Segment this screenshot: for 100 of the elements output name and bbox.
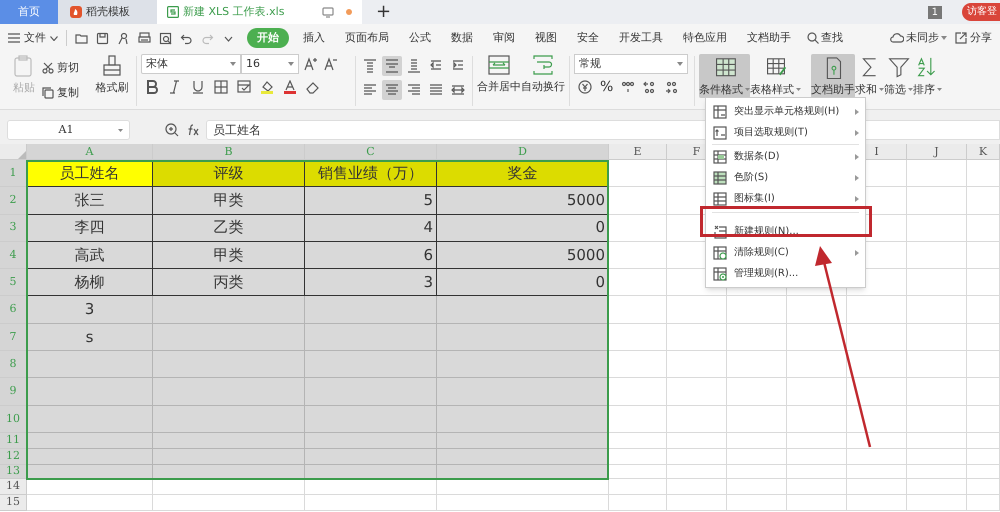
- table-cell[interactable]: [727, 378, 787, 406]
- sum-button[interactable]: 求和: [855, 54, 884, 98]
- table-cell[interactable]: [787, 448, 847, 465]
- table-cell[interactable]: [609, 324, 667, 352]
- table-cell[interactable]: [27, 406, 153, 433]
- table-cell[interactable]: 3: [305, 269, 437, 296]
- sort-button[interactable]: 排序: [913, 54, 942, 98]
- table-cell[interactable]: [727, 296, 787, 324]
- table-cell[interactable]: [305, 406, 437, 433]
- ribbon-tab[interactable]: 页面布局: [335, 28, 399, 48]
- table-cell[interactable]: [667, 296, 727, 324]
- table-cell[interactable]: 李四: [27, 214, 153, 242]
- table-cell[interactable]: 杨柳: [27, 269, 153, 296]
- row-header[interactable]: 15: [0, 494, 27, 511]
- font-name-field[interactable]: 宋体: [141, 54, 241, 74]
- table-cell[interactable]: 5: [305, 187, 437, 215]
- table-cell[interactable]: [305, 324, 437, 352]
- table-cell[interactable]: [305, 351, 437, 378]
- format-painter-button[interactable]: 格式刷: [96, 54, 128, 96]
- ribbon-tab[interactable]: 文档助手: [737, 28, 801, 48]
- table-cell[interactable]: 0: [437, 214, 609, 242]
- align-middle-button[interactable]: [382, 56, 402, 76]
- column-header[interactable]: K: [967, 144, 1000, 159]
- table-cell[interactable]: [27, 351, 153, 378]
- ribbon-tab[interactable]: 审阅: [483, 28, 525, 48]
- menu-item[interactable]: 清除规则(C): [706, 242, 865, 263]
- column-header[interactable]: E: [609, 144, 667, 159]
- table-cell[interactable]: [437, 324, 609, 352]
- column-header[interactable]: J: [907, 144, 967, 159]
- table-cell[interactable]: [437, 464, 609, 479]
- table-cell[interactable]: [27, 378, 153, 406]
- table-cell[interactable]: [609, 214, 667, 242]
- ribbon-tab[interactable]: 安全: [567, 28, 609, 48]
- thousands-separator-icon[interactable]: [621, 80, 636, 94]
- name-box[interactable]: A1: [7, 120, 130, 140]
- table-cell[interactable]: [967, 187, 1000, 215]
- table-cell[interactable]: [967, 378, 1000, 406]
- table-cell[interactable]: [437, 494, 609, 511]
- number-format-field[interactable]: 常规: [574, 54, 688, 74]
- table-cell[interactable]: [907, 187, 967, 215]
- table-cell[interactable]: [727, 448, 787, 465]
- table-cell[interactable]: [727, 432, 787, 449]
- table-cell[interactable]: [967, 296, 1000, 324]
- table-cell[interactable]: 丙类: [153, 269, 305, 296]
- table-cell[interactable]: [667, 494, 727, 511]
- pin-icon[interactable]: [117, 32, 130, 44]
- table-cell[interactable]: [727, 494, 787, 511]
- table-cell[interactable]: [907, 432, 967, 449]
- table-cell[interactable]: 6: [305, 242, 437, 270]
- tab[interactable]: 稻壳模板: [58, 0, 157, 24]
- search-button[interactable]: 查找: [801, 30, 849, 46]
- merge-center-button[interactable]: 合并居中: [477, 54, 521, 96]
- conditional-format-button[interactable]: 条件格式: [699, 54, 750, 98]
- table-cell[interactable]: [609, 478, 667, 495]
- table-cell[interactable]: [787, 296, 847, 324]
- table-cell[interactable]: 奖金: [437, 160, 609, 188]
- table-cell[interactable]: [907, 378, 967, 406]
- table-cell[interactable]: [305, 432, 437, 449]
- table-cell[interactable]: 3: [27, 296, 153, 324]
- menu-item[interactable]: 项目选取规则(T): [706, 122, 865, 143]
- table-cell[interactable]: [609, 187, 667, 215]
- table-cell[interactable]: [727, 324, 787, 352]
- ribbon-tab[interactable]: 开发工具: [609, 28, 673, 48]
- italic-icon[interactable]: [168, 80, 182, 94]
- table-cell[interactable]: [305, 494, 437, 511]
- table-cell[interactable]: 甲类: [153, 187, 305, 215]
- table-cell[interactable]: [847, 296, 907, 324]
- table-cell[interactable]: 高武: [27, 242, 153, 270]
- table-cell[interactable]: [727, 406, 787, 433]
- table-cell[interactable]: [609, 448, 667, 465]
- table-cell[interactable]: [727, 351, 787, 378]
- file-menu[interactable]: 文件: [8, 30, 67, 46]
- print-preview-icon[interactable]: [159, 32, 172, 44]
- copy-button[interactable]: 复制: [42, 84, 92, 101]
- table-cell[interactable]: [437, 448, 609, 465]
- table-cell[interactable]: [847, 324, 907, 352]
- table-cell[interactable]: [153, 324, 305, 352]
- menu-item[interactable]: 管理规则(R)...: [706, 263, 865, 284]
- table-cell[interactable]: [609, 269, 667, 296]
- table-cell[interactable]: [847, 448, 907, 465]
- table-cell[interactable]: [27, 494, 153, 511]
- table-cell[interactable]: 0: [437, 269, 609, 296]
- table-cell[interactable]: [967, 242, 1000, 270]
- menu-item[interactable]: 突出显示单元格规则(H): [706, 101, 865, 122]
- table-cell[interactable]: [305, 296, 437, 324]
- table-cell[interactable]: [787, 464, 847, 479]
- table-cell[interactable]: [907, 296, 967, 324]
- bold-icon[interactable]: [145, 80, 159, 94]
- table-cell[interactable]: [967, 406, 1000, 433]
- table-cell[interactable]: [967, 160, 1000, 188]
- cell-format-icon[interactable]: [237, 80, 251, 94]
- table-cell[interactable]: [787, 378, 847, 406]
- folder-icon[interactable]: [75, 32, 88, 44]
- table-cell[interactable]: [727, 464, 787, 479]
- percent-button[interactable]: %: [600, 80, 614, 94]
- table-cell[interactable]: [609, 242, 667, 270]
- table-cell[interactable]: [609, 464, 667, 479]
- table-cell[interactable]: [153, 494, 305, 511]
- window-count-badge[interactable]: 1: [928, 6, 942, 18]
- decrease-decimal-icon[interactable]: [665, 80, 680, 94]
